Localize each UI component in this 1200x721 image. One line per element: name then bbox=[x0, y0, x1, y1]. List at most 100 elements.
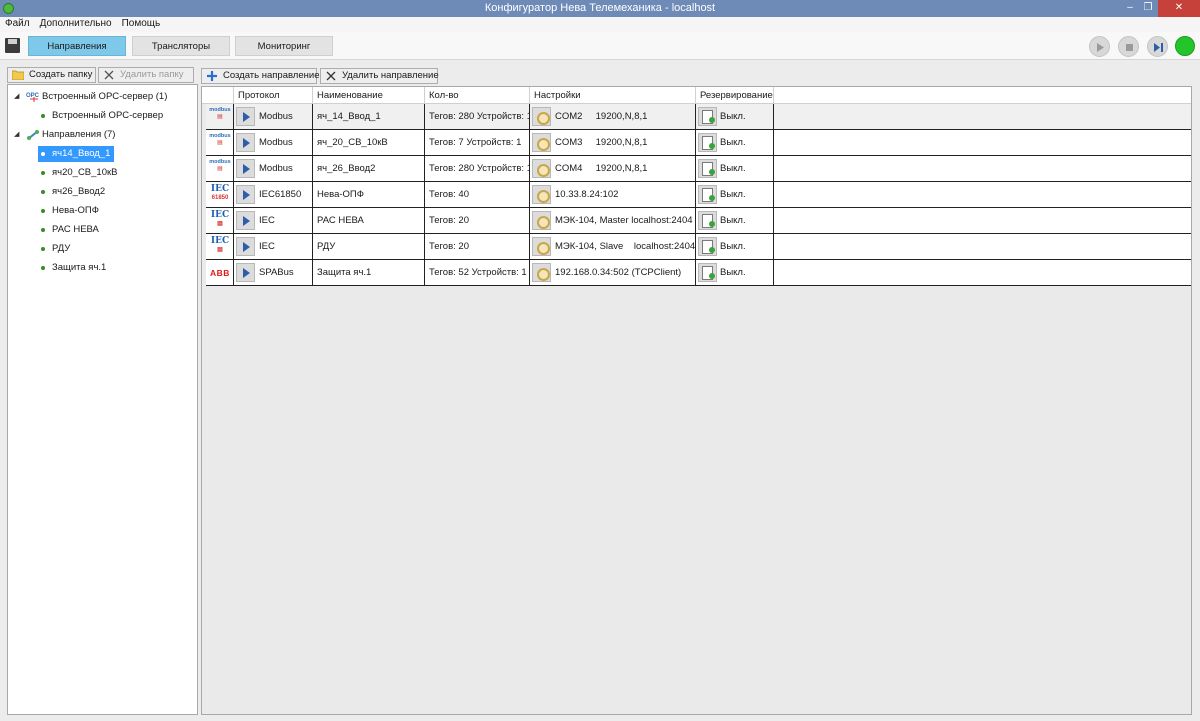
step-button[interactable] bbox=[1147, 36, 1168, 57]
create-direction-label: Создать направление bbox=[223, 70, 320, 81]
protocol-logo-cell: modbus ▤ bbox=[206, 104, 234, 130]
settings-cell: COM4 19200,N,8,1 bbox=[530, 156, 696, 182]
run-direction-button[interactable] bbox=[236, 262, 255, 282]
tab-monitoring[interactable]: Мониторинг bbox=[235, 36, 333, 56]
name-cell[interactable]: Нева-ОПФ bbox=[313, 182, 425, 208]
settings-cell: 10.33.8.24:102 bbox=[530, 182, 696, 208]
reserve-label: Выкл. bbox=[720, 267, 746, 278]
reserve-toggle-button[interactable] bbox=[698, 158, 717, 178]
table-row[interactable]: IEC ▤ IEC РАС НЕВА Тегов: 20 МЭК-104, Master … bbox=[206, 208, 1191, 234]
close-button[interactable]: ✕ bbox=[1158, 0, 1200, 17]
tree-item-label: Защита яч.1 bbox=[52, 262, 107, 273]
tab-translators[interactable]: Трансляторы bbox=[132, 36, 230, 56]
tree-item-direction-6[interactable]: РДУ bbox=[38, 241, 74, 257]
play-icon bbox=[1097, 43, 1104, 52]
settings-label: COM3 19200,N,8,1 bbox=[555, 137, 648, 148]
name-cell[interactable]: РАС НЕВА bbox=[313, 208, 425, 234]
create-folder-label: Создать папку bbox=[29, 69, 93, 80]
delete-folder-button[interactable]: Удалить папку bbox=[98, 67, 194, 83]
table-row[interactable]: modbus ▤ Modbus яч_26_Ввод2 Тегов: 280 Устро… bbox=[206, 156, 1191, 182]
run-direction-button[interactable] bbox=[236, 184, 255, 204]
protocol-logo-cell: modbus ▤ bbox=[206, 156, 234, 182]
reserve-toggle-button[interactable] bbox=[698, 184, 717, 204]
minimize-button[interactable]: – bbox=[1122, 0, 1138, 17]
reserve-label: Выкл. bbox=[720, 163, 746, 174]
settings-gear-button[interactable] bbox=[532, 132, 551, 152]
settings-gear-button[interactable] bbox=[532, 262, 551, 282]
count-cell: Тегов: 280 Устройств: 1 bbox=[425, 156, 530, 182]
logo-text: modbus bbox=[209, 133, 231, 139]
name-cell[interactable]: яч_14_Ввод_1 bbox=[313, 104, 425, 130]
tree-item-direction-7[interactable]: Защита яч.1 bbox=[38, 260, 110, 276]
folder-icon bbox=[12, 70, 24, 80]
settings-gear-button[interactable] bbox=[532, 106, 551, 126]
run-direction-button[interactable] bbox=[236, 158, 255, 178]
tree-item-direction-1[interactable]: яч14_Ввод_1 bbox=[38, 146, 115, 162]
modbus-glyph-icon: ▤ bbox=[217, 140, 223, 146]
count-cell: Тегов: 7 Устройств: 1 bbox=[425, 130, 530, 156]
count-cell: Тегов: 40 bbox=[425, 182, 530, 208]
logo-text: IEC bbox=[210, 210, 230, 220]
tree-item-label: РАС НЕВА bbox=[52, 224, 99, 235]
run-direction-button[interactable] bbox=[236, 236, 255, 256]
protocol-cell: IEC bbox=[234, 208, 313, 234]
table-row[interactable]: modbus ▤ Modbus яч_20_СВ_10кВ Тегов: 7 Устро… bbox=[206, 130, 1191, 156]
column-header-settings[interactable]: Настройки bbox=[530, 87, 696, 104]
save-icon[interactable] bbox=[5, 38, 20, 53]
reserve-cell: Выкл. bbox=[696, 208, 774, 234]
expand-arrow-icon[interactable]: ◢ bbox=[14, 127, 19, 143]
settings-gear-button[interactable] bbox=[532, 236, 551, 256]
column-header-count[interactable]: Кол-во bbox=[425, 87, 530, 104]
menu-file[interactable]: Файл bbox=[0, 17, 35, 30]
iec-logo-icon: IEC ▤ bbox=[208, 237, 232, 257]
menu-advanced[interactable]: Дополнительно bbox=[35, 17, 117, 30]
reserve-toggle-button[interactable] bbox=[698, 132, 717, 152]
tree-item-opc-server[interactable]: Встроенный OPC-сервер bbox=[38, 108, 167, 124]
column-header-reserve[interactable]: Резервирование bbox=[696, 87, 774, 104]
create-folder-button[interactable]: Создать папку bbox=[7, 67, 96, 83]
table-row[interactable]: IEC 61850 IEC61850 Нева-ОПФ Тегов: 40 10.33.8… bbox=[206, 182, 1191, 208]
run-direction-button[interactable] bbox=[236, 210, 255, 230]
start-button[interactable] bbox=[1089, 36, 1110, 57]
stop-button[interactable] bbox=[1118, 36, 1139, 57]
tree-item-label: яч26_Ввод2 bbox=[52, 186, 106, 197]
maximize-button[interactable]: ❐ bbox=[1140, 0, 1156, 17]
settings-gear-button[interactable] bbox=[532, 210, 551, 230]
tree-item-direction-5[interactable]: РАС НЕВА bbox=[38, 222, 103, 238]
tab-directions[interactable]: Направления bbox=[28, 36, 126, 56]
reserve-toggle-button[interactable] bbox=[698, 210, 717, 230]
tree-item-direction-2[interactable]: яч20_СВ_10кВ bbox=[38, 165, 121, 181]
modbus-glyph-icon: ▤ bbox=[217, 166, 223, 172]
settings-gear-button[interactable] bbox=[532, 184, 551, 204]
menu-help[interactable]: Помощь bbox=[117, 17, 166, 30]
modbus-logo-icon: modbus ▤ bbox=[208, 107, 232, 127]
reserve-toggle-button[interactable] bbox=[698, 262, 717, 282]
column-header-protocol[interactable]: Протокол bbox=[234, 87, 313, 104]
protocol-logo-cell: modbus ▤ bbox=[206, 130, 234, 156]
create-direction-button[interactable]: Создать направление bbox=[201, 68, 320, 84]
name-cell[interactable]: яч_20_СВ_10кВ bbox=[313, 130, 425, 156]
run-direction-button[interactable] bbox=[236, 106, 255, 126]
table-row[interactable]: modbus ▤ Modbus яч_14_Ввод_1 Тегов: 280 Устр… bbox=[206, 104, 1191, 130]
settings-cell: МЭК-104, Slave localhost:2404 bbox=[530, 234, 696, 260]
directions-table: Протокол Наименование Кол-во Настройки Р… bbox=[201, 86, 1192, 715]
name-cell[interactable]: Защита яч.1 bbox=[313, 260, 425, 286]
tree-item-direction-3[interactable]: яч26_Ввод2 bbox=[38, 184, 109, 200]
table-row[interactable]: IEC ▤ IEC РДУ Тегов: 20 МЭК-104, Slave localh… bbox=[206, 234, 1191, 260]
settings-gear-button[interactable] bbox=[532, 158, 551, 178]
tree-item-direction-4[interactable]: Нева-ОПФ bbox=[38, 203, 103, 219]
delete-direction-button[interactable]: Удалить направление bbox=[320, 68, 439, 84]
reserve-label: Выкл. bbox=[720, 215, 746, 226]
settings-label: 10.33.8.24:102 bbox=[555, 189, 619, 200]
column-header-name[interactable]: Наименование bbox=[313, 87, 425, 104]
run-direction-button[interactable] bbox=[236, 132, 255, 152]
reserve-toggle-button[interactable] bbox=[698, 236, 717, 256]
table-row[interactable]: ABB SPABus Защита яч.1 Тегов: 52 Устройств:… bbox=[206, 260, 1191, 286]
tree-item-label: РДУ bbox=[52, 243, 71, 254]
protocol-cell: Modbus bbox=[234, 104, 313, 130]
network-icon bbox=[27, 130, 39, 140]
reserve-toggle-button[interactable] bbox=[698, 106, 717, 126]
name-cell[interactable]: яч_26_Ввод2 bbox=[313, 156, 425, 182]
expand-arrow-icon[interactable]: ◢ bbox=[14, 89, 19, 105]
name-cell[interactable]: РДУ bbox=[313, 234, 425, 260]
